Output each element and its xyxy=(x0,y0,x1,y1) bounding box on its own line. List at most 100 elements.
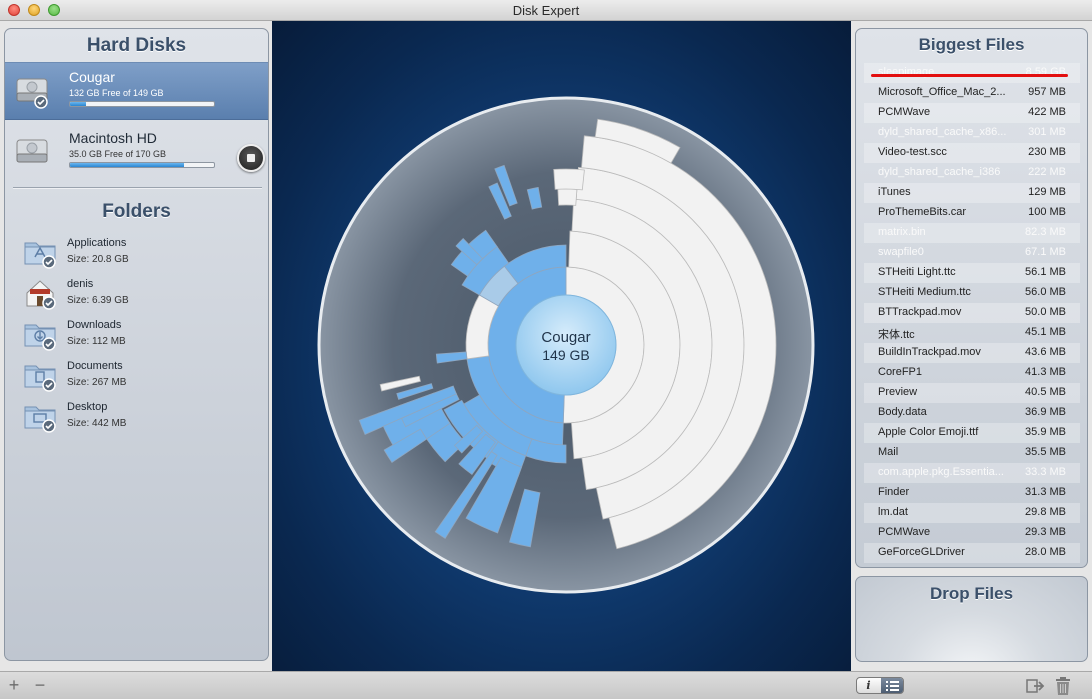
folder-size: Size: 112 MB xyxy=(67,336,126,347)
file-name: PCMWave xyxy=(878,106,931,118)
disk-item-cougar[interactable]: Cougar 132 GB Free of 149 GB xyxy=(5,62,268,120)
file-row[interactable]: ProThemeBits.car 100 MB xyxy=(864,203,1080,223)
file-size: 36.9 MB xyxy=(1025,406,1066,418)
file-name: PCMWave xyxy=(878,526,931,538)
file-name: Microsoft_Office_Mac_2... xyxy=(878,86,1006,98)
file-name: ProThemeBits.car xyxy=(878,206,967,218)
file-row[interactable]: matrix.bin 82.3 MB xyxy=(864,223,1080,243)
folder-item-documents[interactable]: Documents Size: 267 MB xyxy=(5,358,268,398)
folder-size: Size: 267 MB xyxy=(67,377,127,388)
biggest-files-list: sleepimage 8.59 GB Microsoft_Office_Mac_2… xyxy=(864,63,1080,563)
file-name: iTunes xyxy=(878,186,911,198)
file-size: 45.1 MB xyxy=(1025,326,1066,338)
file-row[interactable]: CoreFP1 41.3 MB xyxy=(864,363,1080,383)
documents-folder-icon xyxy=(23,358,57,392)
hard-drive-icon xyxy=(16,139,48,163)
file-row[interactable]: STHeiti Medium.ttc 56.0 MB xyxy=(864,283,1080,303)
file-row[interactable]: Apple Color Emoji.ttf 35.9 MB xyxy=(864,423,1080,443)
file-name: Mail xyxy=(878,446,899,458)
file-row[interactable]: Finder 31.3 MB xyxy=(864,483,1080,503)
file-row[interactable]: Body.data 36.9 MB xyxy=(864,403,1080,423)
file-size: 129 MB xyxy=(1028,186,1066,198)
file-row[interactable]: PCMWave 422 MB xyxy=(864,103,1080,123)
file-name: matrix.bin xyxy=(878,226,926,238)
sidebar-divider xyxy=(13,187,262,189)
file-row[interactable]: Microsoft_Office_Mac_2... 957 MB xyxy=(864,83,1080,103)
sidebar: Hard Disks Cougar 132 GB Free of 149 GB … xyxy=(4,28,269,661)
add-button[interactable]: + xyxy=(6,676,22,694)
hard-disks-heading: Hard Disks xyxy=(86,35,187,56)
file-row[interactable]: Video-test.scc 230 MB xyxy=(864,143,1080,163)
file-row[interactable]: PCMWave 29.3 MB xyxy=(864,523,1080,543)
file-size: 31.3 MB xyxy=(1025,486,1066,498)
file-row[interactable]: STHeiti Light.ttc 56.1 MB xyxy=(864,263,1080,283)
sunburst-center-name: Cougar xyxy=(541,329,590,346)
file-name: dyld_shared_cache_x86... xyxy=(878,126,1007,138)
file-name: com.apple.pkg.Essentia... xyxy=(878,466,1004,478)
file-row[interactable]: dyld_shared_cache_i386 222 MB xyxy=(864,163,1080,183)
folder-name: denis xyxy=(67,278,94,290)
file-name: Apple Color Emoji.ttf xyxy=(878,426,979,438)
file-name: Body.data xyxy=(878,406,927,418)
annotation-underline xyxy=(871,74,1068,77)
list-view-button[interactable] xyxy=(881,678,903,693)
view-mode-control: i xyxy=(856,677,904,694)
disk-free-space: 35.0 GB Free of 170 GB xyxy=(69,149,167,159)
biggest-files-panel: Biggest Files sleepimage 8.59 GB Microsof… xyxy=(855,28,1088,568)
folder-item-applications[interactable]: Applications Size: 20.8 GB xyxy=(5,235,268,275)
folder-item-desktop[interactable]: Desktop Size: 442 MB xyxy=(5,399,268,439)
sunburst-segment[interactable] xyxy=(553,168,585,191)
file-row[interactable]: iTunes 129 MB xyxy=(864,183,1080,203)
file-row[interactable]: dyld_shared_cache_x86... 301 MB xyxy=(864,123,1080,143)
file-row[interactable]: lm.dat 29.8 MB xyxy=(864,503,1080,523)
window-title: Disk Expert xyxy=(512,3,580,18)
folder-name: Documents xyxy=(67,360,123,372)
file-row[interactable]: BTTrackpad.mov 50.0 MB xyxy=(864,303,1080,323)
file-name: Finder xyxy=(878,486,910,498)
file-row[interactable]: swapfile0 67.1 MB xyxy=(864,243,1080,263)
biggest-files-heading: Biggest Files xyxy=(918,35,1025,54)
folder-item-downloads[interactable]: Downloads Size: 112 MB xyxy=(5,317,268,357)
folder-name: Desktop xyxy=(67,401,108,413)
desktop-folder-icon xyxy=(23,399,57,433)
file-row[interactable]: Preview 40.5 MB xyxy=(864,383,1080,403)
folder-size: Size: 442 MB xyxy=(67,418,127,429)
disk-usage-fill xyxy=(70,102,86,106)
move-to-icon[interactable] xyxy=(1026,677,1046,695)
file-size: 40.5 MB xyxy=(1025,386,1066,398)
file-name: 宋体.ttc xyxy=(878,329,915,341)
file-row[interactable]: GeForceGLDriver 28.0 MB xyxy=(864,543,1080,563)
disk-name: Cougar xyxy=(69,69,115,85)
file-size: 43.6 MB xyxy=(1025,346,1066,358)
stop-scan-button[interactable] xyxy=(237,144,265,172)
file-size: 33.3 MB xyxy=(1025,466,1066,478)
list-icon xyxy=(886,681,899,691)
applications-folder-icon xyxy=(23,235,57,269)
file-size: 100 MB xyxy=(1028,206,1066,218)
disk-usage-sunburst[interactable]: Cougar149 GB xyxy=(272,21,851,671)
file-name: GeForceGLDriver xyxy=(878,546,965,558)
drop-files-panel[interactable]: Drop Files xyxy=(855,576,1088,662)
folder-item-denis[interactable]: denis Size: 6.39 GB xyxy=(5,276,268,316)
file-row[interactable]: sleepimage 8.59 GB xyxy=(864,63,1080,83)
sunburst-segment[interactable] xyxy=(557,188,578,206)
trash-icon[interactable] xyxy=(1054,676,1072,696)
file-row[interactable]: BuildInTrackpad.mov 43.6 MB xyxy=(864,343,1080,363)
file-size: 29.8 MB xyxy=(1025,506,1066,518)
remove-button[interactable]: − xyxy=(32,676,48,694)
file-size: 56.1 MB xyxy=(1025,266,1066,278)
file-size: 957 MB xyxy=(1028,86,1066,98)
disk-item-macintosh-hd[interactable]: Macintosh HD 35.0 GB Free of 170 GB xyxy=(5,124,268,182)
info-view-button[interactable]: i xyxy=(857,678,880,693)
file-size: 35.9 MB xyxy=(1025,426,1066,438)
file-size: 422 MB xyxy=(1028,106,1066,118)
file-name: STHeiti Light.ttc xyxy=(878,266,956,278)
hard-drive-icon xyxy=(16,78,48,109)
file-size: 50.0 MB xyxy=(1025,306,1066,318)
file-row[interactable]: com.apple.pkg.Essentia... 33.3 MB xyxy=(864,463,1080,483)
file-row[interactable]: 宋体.ttc 45.1 MB xyxy=(864,323,1080,343)
sunburst-center-size: 149 GB xyxy=(542,347,589,363)
file-row[interactable]: Mail 35.5 MB xyxy=(864,443,1080,463)
file-name: Preview xyxy=(878,386,918,398)
folders-heading: Folders xyxy=(102,201,171,222)
